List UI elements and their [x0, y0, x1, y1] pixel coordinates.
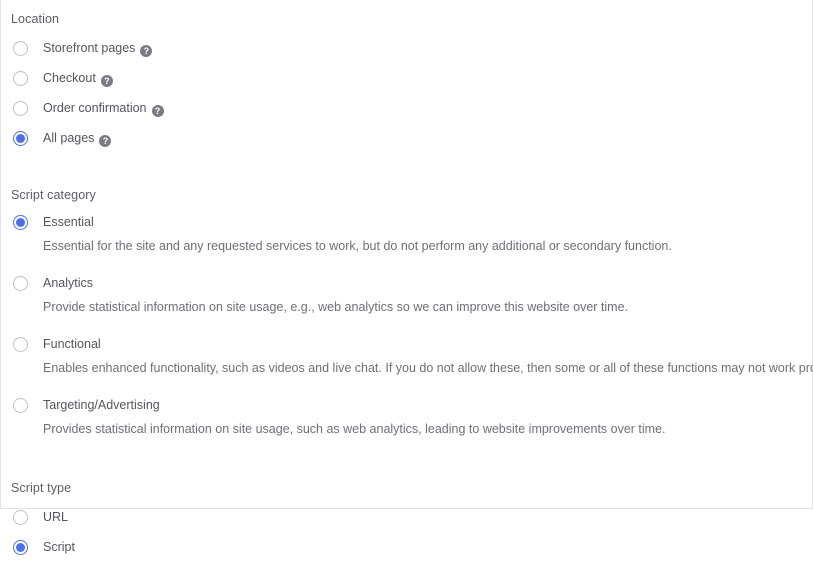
- radio-option-text: Essential: [43, 215, 94, 229]
- radio-option-description: Enables enhanced functionality, such as …: [43, 361, 813, 375]
- radio-option-text: Functional: [43, 337, 101, 351]
- radio-option-all-pages[interactable]: All pages?: [11, 123, 812, 153]
- radio-option-targeting-advertising[interactable]: Targeting/Advertising Provides statistic…: [11, 394, 812, 437]
- radio-option-text: All pages: [43, 130, 95, 145]
- radio-button[interactable]: [13, 100, 28, 116]
- radio-option-essential[interactable]: Essential Essential for the site and any…: [11, 211, 812, 254]
- radio-button[interactable]: [13, 275, 28, 291]
- radio-option-label: Checkout?: [43, 70, 113, 87]
- radio-option-description: Provide statistical information on site …: [43, 300, 628, 314]
- radio-option-description: Provides statistical information on site…: [43, 422, 666, 436]
- radio-option-text: Checkout: [43, 70, 96, 85]
- help-icon[interactable]: ?: [100, 74, 113, 87]
- radio-option-analytics[interactable]: Analytics Provide statistical informatio…: [11, 272, 812, 315]
- radio-button[interactable]: [13, 130, 28, 146]
- radio-option-analytics-head[interactable]: Analytics: [11, 272, 812, 294]
- radio-option-text: Storefront pages: [43, 40, 136, 55]
- help-icon[interactable]: ?: [151, 104, 164, 117]
- radio-option-text: Analytics: [43, 276, 94, 290]
- radio-option-text: URL: [43, 510, 69, 524]
- radio-option-targeting-advertising-head[interactable]: Targeting/Advertising: [11, 394, 812, 416]
- radio-option-functional-head[interactable]: Functional: [11, 333, 812, 355]
- radio-option-essential-head[interactable]: Essential: [11, 211, 812, 233]
- radio-option-script[interactable]: Script: [11, 532, 812, 562]
- radio-option-text: Targeting/Advertising: [43, 398, 160, 412]
- radio-button[interactable]: [13, 397, 28, 413]
- radio-option-checkout[interactable]: Checkout?: [11, 63, 812, 93]
- radio-button[interactable]: [13, 539, 28, 555]
- radio-button[interactable]: [13, 40, 28, 56]
- radio-option-url[interactable]: URL: [11, 502, 812, 532]
- radio-option-label: All pages?: [43, 130, 112, 147]
- radio-option-functional[interactable]: Functional Enables enhanced functionalit…: [11, 333, 813, 376]
- radio-button[interactable]: [13, 509, 28, 525]
- location-group-label: Location: [11, 12, 60, 26]
- radio-button[interactable]: [13, 214, 28, 230]
- radio-option-text: Script: [43, 540, 75, 554]
- help-icon[interactable]: ?: [140, 44, 153, 57]
- radio-option-label: Storefront pages?: [43, 40, 153, 57]
- radio-button[interactable]: [13, 336, 28, 352]
- script-category-group: Script category Essential Essential for …: [11, 153, 813, 437]
- radio-option-order-confirmation[interactable]: Order confirmation?: [11, 93, 812, 123]
- radio-button[interactable]: [13, 70, 28, 86]
- script-category-group-label: Script category: [11, 188, 96, 202]
- location-group: Location Storefront pages? Checkout? Ord…: [11, 0, 812, 153]
- radio-option-description: Essential for the site and any requested…: [43, 239, 672, 253]
- radio-option-text: Order confirmation: [43, 100, 147, 115]
- help-icon[interactable]: ?: [99, 134, 112, 147]
- radio-option-storefront-pages[interactable]: Storefront pages?: [11, 33, 812, 63]
- script-type-group-label: Script type: [11, 481, 72, 495]
- script-settings-panel: Location Storefront pages? Checkout? Ord…: [0, 0, 813, 555]
- radio-option-label: Order confirmation?: [43, 100, 164, 117]
